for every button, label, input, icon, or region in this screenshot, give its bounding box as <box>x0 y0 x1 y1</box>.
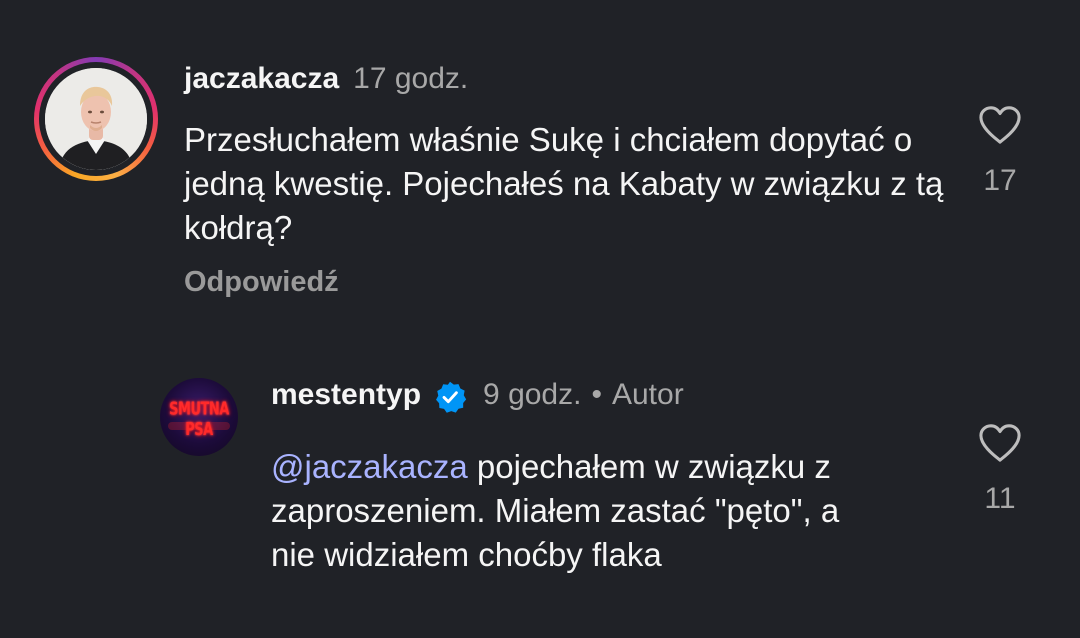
avatar[interactable]: SMUTNA PSA <box>160 378 238 456</box>
timestamp: 9 godz. <box>483 378 582 411</box>
heart-icon[interactable] <box>977 422 1023 464</box>
avatar-story-ring[interactable] <box>34 57 158 181</box>
separator-dot: • <box>591 378 602 411</box>
comment-jaczakacza: jaczakacza 17 godz. Przesłuchałem właśni… <box>0 0 1080 330</box>
comment-header: jaczakacza 17 godz. <box>184 62 468 96</box>
comment-mestentyp: SMUTNA PSA mestentyp 9 godz. • Autor @ja… <box>0 330 1080 638</box>
timestamp: 17 godz. <box>353 62 469 95</box>
mention-link[interactable]: @jaczakacza <box>271 448 468 485</box>
verified-badge-icon <box>436 381 467 413</box>
like-control: 11 <box>960 422 1040 516</box>
reply-button[interactable]: Odpowiedź <box>184 266 339 299</box>
like-control: 17 <box>960 104 1040 198</box>
like-count: 17 <box>983 164 1017 197</box>
comment-text: @jaczakacza pojechałem w związku z zapro… <box>271 445 891 577</box>
like-count: 11 <box>984 482 1016 515</box>
comment-text: Przesłuchałem właśnie Sukę i chciałem do… <box>184 121 944 246</box>
author-label: Autor <box>611 378 684 411</box>
avatar-logo-text: SMUTNA PSA <box>169 399 229 441</box>
avatar[interactable] <box>45 68 147 170</box>
comment-header: mestentyp 9 godz. • Autor <box>271 378 684 413</box>
heart-icon[interactable] <box>977 104 1023 146</box>
username[interactable]: mestentyp <box>271 378 421 412</box>
avatar-photo <box>45 68 147 170</box>
username[interactable]: jaczakacza <box>184 62 339 96</box>
